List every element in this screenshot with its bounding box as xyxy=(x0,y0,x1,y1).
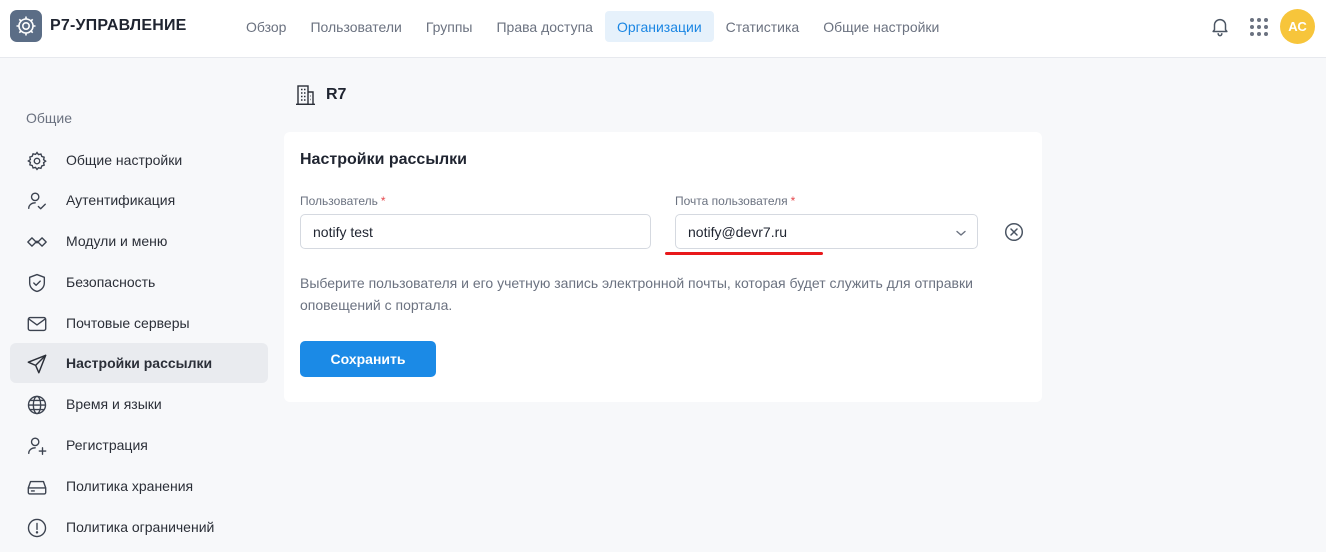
save-button[interactable]: Сохранить xyxy=(300,341,436,377)
app-logo-icon[interactable] xyxy=(10,10,42,42)
chevron-down-icon xyxy=(955,226,967,238)
storage-icon xyxy=(26,476,48,498)
mailing-settings-card: Настройки рассылки Пользователь * notify … xyxy=(284,132,1042,402)
apps-grid-icon[interactable] xyxy=(1248,16,1270,38)
sidebar-item-time-languages[interactable]: Время и языки xyxy=(10,384,268,424)
required-mark: * xyxy=(790,194,796,208)
sidebar-item-label: Политика хранения xyxy=(66,478,194,494)
nav-statistics[interactable]: Статистика xyxy=(714,11,812,42)
brand-title: Р7-УПРАВЛЕНИЕ xyxy=(50,17,187,34)
sidebar-item-label: Почтовые серверы xyxy=(66,315,190,331)
shield-check-icon xyxy=(26,272,48,294)
sidebar-item-label: Общие настройки xyxy=(66,152,183,168)
user-input-value: notify test xyxy=(313,223,373,240)
alert-circle-icon xyxy=(26,517,48,539)
clear-circle-icon[interactable] xyxy=(1004,222,1024,242)
organization-title: R7 xyxy=(326,86,347,103)
mail-icon xyxy=(26,313,48,335)
red-underline-annotation xyxy=(665,252,823,255)
user-input[interactable]: notify test xyxy=(300,214,651,249)
nav-access-rights[interactable]: Права доступа xyxy=(484,11,604,42)
email-select[interactable]: notify@devr7.ru xyxy=(675,214,978,249)
main-nav: Обзор Пользователи Группы Права доступа … xyxy=(234,11,951,42)
sidebar-item-registration[interactable]: Регистрация xyxy=(10,425,268,465)
sidebar-item-label: Безопасность xyxy=(66,274,156,290)
hint-text: Выберите пользователя и его учетную запи… xyxy=(300,275,973,313)
nav-groups[interactable]: Группы xyxy=(414,11,485,42)
user-plus-icon xyxy=(26,435,48,457)
globe-icon xyxy=(26,394,48,416)
sidebar-item-label: Аутентификация xyxy=(66,192,176,208)
sidebar-item-general-settings[interactable]: Общие настройки xyxy=(10,140,268,180)
sidebar-item-authentication[interactable]: Аутентификация xyxy=(10,180,268,220)
sidebar-item-mailing-settings[interactable]: Настройки рассылки xyxy=(10,343,268,383)
sidebar-item-storage-policy[interactable]: Политика хранения xyxy=(10,466,268,506)
building-icon xyxy=(295,85,316,105)
email-field-label: Почта пользователя * xyxy=(675,194,795,208)
nav-general-settings[interactable]: Общие настройки xyxy=(811,11,951,42)
email-field-label-text: Почта пользователя xyxy=(675,194,788,208)
email-select-value: notify@devr7.ru xyxy=(688,223,788,240)
sidebar-item-restriction-policy[interactable]: Политика ограничений xyxy=(10,507,268,547)
user-field-label: Пользователь * xyxy=(300,194,386,208)
sidebar-item-label: Время и языки xyxy=(66,396,162,412)
sidebar-item-mail-servers[interactable]: Почтовые серверы xyxy=(10,303,268,343)
nav-organizations[interactable]: Организации xyxy=(604,11,714,42)
nav-overview[interactable]: Обзор xyxy=(234,11,298,42)
nav-users[interactable]: Пользователи xyxy=(298,11,413,42)
sidebar-item-label: Политика ограничений xyxy=(66,519,215,535)
send-icon xyxy=(26,353,48,375)
modules-icon xyxy=(26,231,48,253)
bell-icon[interactable] xyxy=(1209,15,1231,37)
user-check-icon xyxy=(26,190,48,212)
sidebar-item-modules[interactable]: Модули и меню xyxy=(10,221,268,261)
top-bar: Р7-УПРАВЛЕНИЕ Обзор Пользователи Группы … xyxy=(0,0,1326,58)
sidebar-item-label: Модули и меню xyxy=(66,233,168,249)
user-avatar[interactable]: АС xyxy=(1280,9,1315,44)
gear-icon xyxy=(26,150,48,172)
sidebar-item-label: Регистрация xyxy=(66,437,148,453)
card-title: Настройки рассылки xyxy=(300,151,467,168)
sidebar-section-title: Общие xyxy=(26,110,73,126)
required-mark: * xyxy=(380,194,386,208)
sidebar-item-label: Настройки рассылки xyxy=(66,355,213,371)
user-field-label-text: Пользователь xyxy=(300,194,378,208)
sidebar-item-security[interactable]: Безопасность xyxy=(10,262,268,302)
